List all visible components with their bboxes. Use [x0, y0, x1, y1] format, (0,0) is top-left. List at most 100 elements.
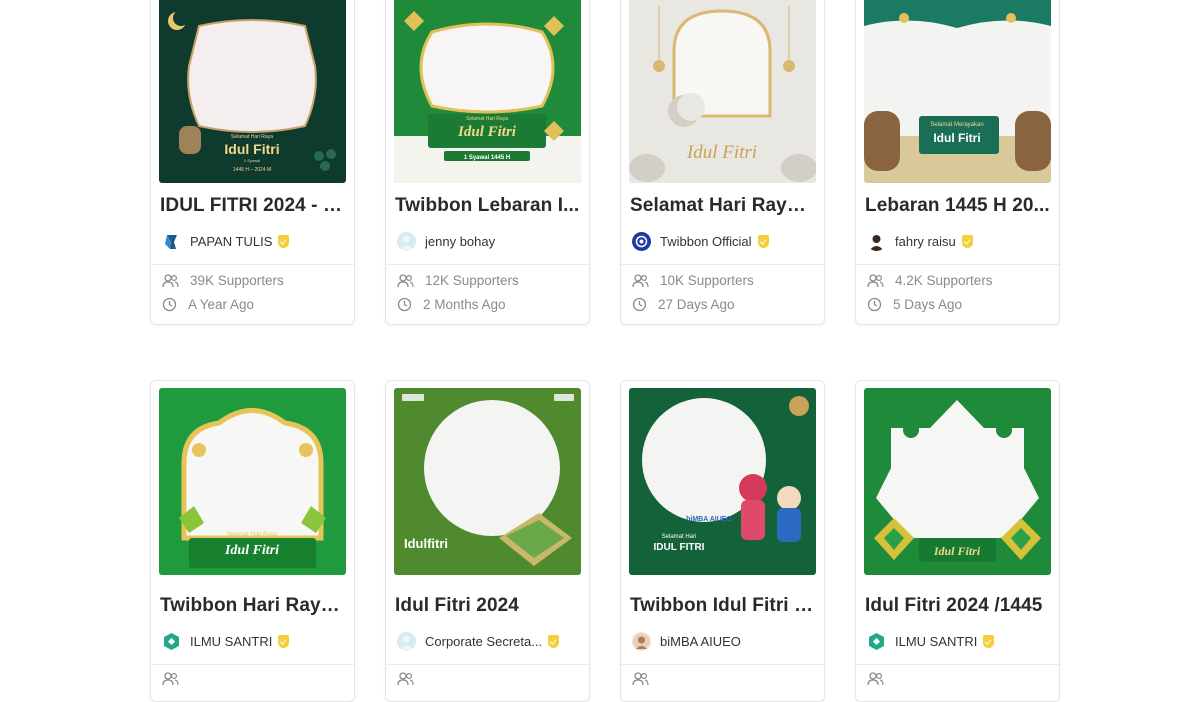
supporters-stat — [632, 672, 660, 686]
supporters-stat — [162, 672, 190, 686]
campaign-title[interactable]: Twibbon Idul Fitri 2... — [630, 595, 816, 617]
author-name: biMBA AIUEO — [660, 633, 741, 649]
divider — [386, 264, 589, 265]
svg-text:1 Syawal 1445 H: 1 Syawal 1445 H — [464, 155, 510, 161]
campaign-title[interactable]: Idul Fitri 2024 /1445 — [865, 595, 1051, 617]
svg-text:IDUL FITRI: IDUL FITRI — [654, 542, 705, 553]
campaign-title[interactable]: Lebaran 1445 H 20... — [865, 195, 1051, 217]
campaign-author[interactable]: fahry raisu — [867, 230, 1052, 252]
time-ago: A Year Ago — [188, 297, 255, 312]
svg-text:Selamat Hari Raya: Selamat Hari Raya — [231, 134, 273, 140]
campaign-thumbnail[interactable]: Idulfitri — [394, 388, 581, 575]
supporters-stat: 39K Supporters — [162, 273, 284, 288]
campaign-thumbnail[interactable]: Selamat Hari IDUL FITRI biMBA AIUEO — [629, 388, 816, 575]
verified-badge-icon — [548, 634, 560, 648]
time-stat: 27 Days Ago — [632, 297, 735, 312]
svg-text:Idul Fitri: Idul Fitri — [933, 131, 980, 145]
supporters-count: 10K Supporters — [660, 273, 754, 288]
clock-icon — [632, 297, 647, 312]
author-avatar — [867, 631, 886, 651]
author-avatar — [397, 631, 416, 651]
svg-text:Selamat Hari Raya: Selamat Hari Raya — [227, 532, 278, 538]
campaign-card[interactable]: Idul Fitri Selamat Hari Raya I... Twibbo… — [620, 0, 825, 325]
campaign-thumbnail[interactable]: Idul Fitri — [864, 388, 1051, 575]
verified-badge-icon — [961, 234, 973, 248]
divider — [151, 264, 354, 265]
time-stat: 2 Months Ago — [397, 297, 506, 312]
time-ago: 5 Days Ago — [893, 297, 963, 312]
supporters-stat: 10K Supporters — [632, 273, 754, 288]
campaign-card[interactable]: Selamat Hari Raya Idul Fitri Twibbon Har… — [150, 380, 355, 702]
campaign-card[interactable]: Selamat Merayakan Idul Fitri Lebaran 144… — [855, 0, 1060, 325]
author-name: ILMU SANTRI — [895, 633, 978, 649]
author-name: Corporate Secreta... — [425, 633, 543, 649]
svg-text:biMBA AIUEO: biMBA AIUEO — [686, 516, 732, 523]
author-avatar — [162, 231, 181, 251]
users-icon — [632, 672, 649, 686]
clock-icon — [162, 297, 177, 312]
campaign-card[interactable]: Selamat Hari IDUL FITRI biMBA AIUEO Twib… — [620, 380, 825, 702]
supporters-count: 12K Supporters — [425, 273, 519, 288]
supporters-stat — [397, 672, 425, 686]
divider — [856, 664, 1059, 665]
campaign-author[interactable]: Corporate Secreta... — [397, 630, 582, 652]
time-ago: 2 Months Ago — [423, 297, 506, 312]
svg-text:1 Syawal: 1 Syawal — [244, 158, 260, 163]
campaign-card[interactable]: Selamat Hari Raya Idul Fitri 1 Syawal 14… — [150, 0, 355, 325]
users-icon — [397, 273, 414, 287]
campaign-thumbnail[interactable]: Idul Fitri — [629, 0, 816, 183]
campaign-title[interactable]: Selamat Hari Raya I... — [630, 195, 816, 217]
campaign-grid: Selamat Hari Raya Idul Fitri 1 Syawal 14… — [0, 0, 1200, 702]
campaign-title[interactable]: Twibbon Hari Raya ... — [160, 595, 346, 617]
campaign-title[interactable]: IDUL FITRI 2024 - 1... — [160, 195, 346, 217]
author-name: PAPAN TULIS — [190, 233, 273, 249]
author-name: fahry raisu — [895, 233, 956, 249]
supporters-stat: 4.2K Supporters — [867, 273, 993, 288]
campaign-title[interactable]: Twibbon Lebaran I... — [395, 195, 581, 217]
author-avatar — [162, 631, 181, 651]
author-avatar — [397, 231, 416, 251]
campaign-card[interactable]: Idul Fitri Idul Fitri 2024 /1445 ILMU SA… — [855, 380, 1060, 702]
campaign-author[interactable]: Twibbon Official — [632, 230, 817, 252]
campaign-author[interactable]: PAPAN TULIS — [162, 230, 347, 252]
verified-badge-icon — [757, 234, 769, 248]
verified-badge-icon — [278, 234, 290, 248]
time-stat: 5 Days Ago — [867, 297, 962, 312]
svg-text:Idul Fitri: Idul Fitri — [933, 544, 981, 558]
author-avatar — [632, 631, 651, 651]
svg-text:Idul Fitri: Idul Fitri — [686, 142, 757, 163]
supporters-stat — [867, 672, 895, 686]
svg-text:Idul Fitri: Idul Fitri — [224, 543, 279, 558]
campaign-thumbnail[interactable]: Selamat Merayakan Idul Fitri — [864, 0, 1051, 183]
author-avatar — [867, 231, 886, 251]
divider — [621, 264, 824, 265]
campaign-thumbnail[interactable]: Selamat Hari Raya Idul Fitri 1 Syawal 14… — [159, 0, 346, 183]
campaign-card[interactable]: Selamat Hari Raya Idul Fitri 1 Syawal 14… — [385, 0, 590, 325]
svg-text:Selamat Hari Raya: Selamat Hari Raya — [466, 116, 508, 122]
svg-text:Selamat Hari: Selamat Hari — [662, 534, 697, 540]
svg-text:Selamat Merayakan: Selamat Merayakan — [930, 122, 983, 128]
campaign-title[interactable]: Idul Fitri 2024 — [395, 595, 581, 617]
campaign-thumbnail[interactable]: Selamat Hari Raya Idul Fitri 1 Syawal 14… — [394, 0, 581, 183]
verified-badge-icon — [278, 634, 290, 648]
campaign-author[interactable]: ILMU SANTRI — [867, 630, 1052, 652]
users-icon — [632, 273, 649, 287]
users-icon — [867, 672, 884, 686]
campaign-author[interactable]: ILMU SANTRI — [162, 630, 347, 652]
verified-badge-icon — [983, 634, 995, 648]
campaign-thumbnail[interactable]: Selamat Hari Raya Idul Fitri — [159, 388, 346, 575]
supporters-count: 39K Supporters — [190, 273, 284, 288]
clock-icon — [867, 297, 882, 312]
campaign-author[interactable]: jenny bohay — [397, 230, 582, 252]
time-stat: A Year Ago — [162, 297, 254, 312]
time-ago: 27 Days Ago — [658, 297, 735, 312]
divider — [621, 664, 824, 665]
clock-icon — [397, 297, 412, 312]
svg-text:Idul Fitri: Idul Fitri — [457, 124, 517, 140]
campaign-author[interactable]: biMBA AIUEO — [632, 630, 817, 652]
author-name: ILMU SANTRI — [190, 633, 273, 649]
divider — [856, 264, 1059, 265]
campaign-card[interactable]: Idulfitri Idul Fitri 2024 Corporate Secr… — [385, 380, 590, 702]
svg-text:Idulfitri: Idulfitri — [404, 536, 448, 551]
divider — [151, 664, 354, 665]
